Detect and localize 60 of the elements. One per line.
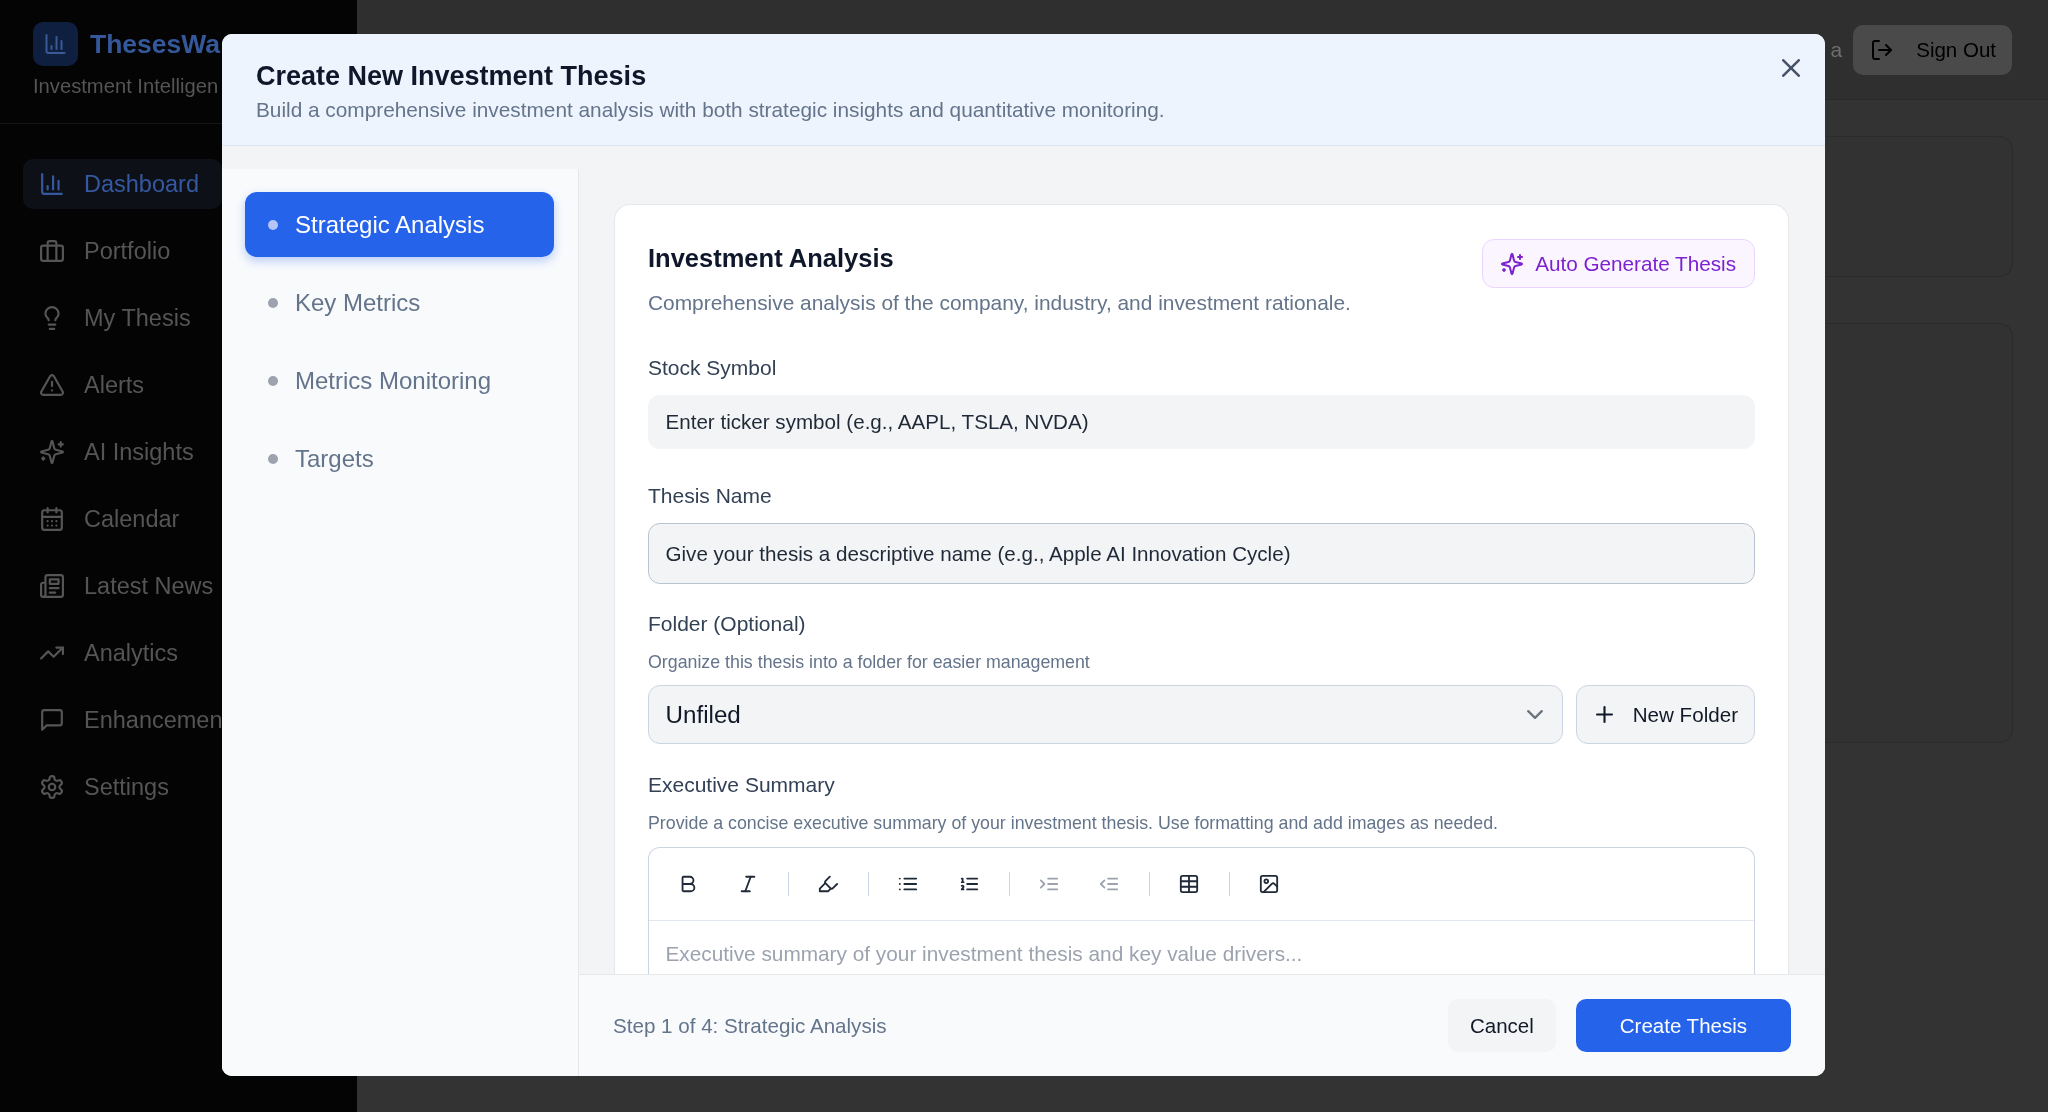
brand-tagline: Investment Intelligen <box>33 75 219 97</box>
sidebar-nav-item[interactable]: Latest News <box>23 561 222 611</box>
folder-select[interactable]: Unfiled <box>648 685 1563 744</box>
dialog-subtitle: Build a comprehensive investment analysis with both strategic insights and quantitative monitoring. <box>256 98 1165 122</box>
sparkles-icon <box>40 440 64 464</box>
dot-icon <box>268 453 278 464</box>
sidebar-nav-item[interactable]: Alerts <box>23 360 222 410</box>
sidebar-nav-item[interactable]: Analytics <box>23 628 222 678</box>
sidebar-nav-item[interactable]: Settings <box>23 762 222 812</box>
create-thesis-button[interactable]: Create Thesis <box>1575 999 1791 1052</box>
new-folder-button[interactable]: New Folder <box>1575 685 1755 744</box>
step-status: Step 1 of 4: Strategic Analysis <box>613 1013 887 1038</box>
sidebar-nav-item[interactable]: Dashboard <box>23 159 222 209</box>
sidebar-nav-item[interactable]: Portfolio <box>23 226 222 276</box>
chat-bubble-icon <box>40 708 64 732</box>
table-icon[interactable] <box>1179 873 1199 894</box>
log-out-icon <box>1872 39 1893 60</box>
field-label: Thesis Name <box>648 483 772 509</box>
sidebar-nav-item[interactable]: AI Insights <box>23 427 222 477</box>
section-description: Comprehensive analysis of the company, industry, and investment rationale. <box>648 290 1351 316</box>
italic-icon[interactable] <box>738 873 758 894</box>
step-tab[interactable]: Strategic Analysis <box>245 192 554 257</box>
section-title: Investment Analysis <box>648 243 894 274</box>
dialog-title: Create New Investment Thesis <box>256 60 647 92</box>
auto-generate-button[interactable]: Auto Generate Thesis <box>1482 239 1755 288</box>
plus-icon <box>1595 706 1613 723</box>
header-text: a <box>1830 37 1843 62</box>
cancel-button[interactable]: Cancel <box>1447 999 1556 1052</box>
sidebar-nav-item[interactable]: My Thesis <box>23 293 222 343</box>
warning-icon <box>40 373 64 397</box>
briefcase-icon <box>40 239 64 263</box>
sparkles-icon <box>1501 252 1524 275</box>
field-hint: Provide a concise executive summary of your investment thesis. Use formatting and add images as needed. <box>648 812 1498 834</box>
settings-icon <box>40 775 64 799</box>
field-hint: Organize this thesis into a folder for easier management <box>648 651 1090 673</box>
close-icon[interactable] <box>1782 59 1800 77</box>
newspaper-icon <box>40 574 64 598</box>
highlighter-icon[interactable] <box>818 873 838 894</box>
step-tab[interactable]: Key Metrics <box>245 270 554 335</box>
calendar-icon <box>40 507 64 531</box>
dot-icon <box>268 375 278 386</box>
field-label: Stock Symbol <box>648 355 777 381</box>
dot-icon <box>268 297 278 308</box>
bar-chart-logo-icon <box>33 22 78 66</box>
step-tab[interactable]: Metrics Monitoring <box>245 348 554 413</box>
brand-name: ThesesWa <box>90 28 221 60</box>
summary-editor[interactable]: Executive summary of your investment thesis and key value drivers... <box>648 847 1755 974</box>
sidebar-nav-item[interactable]: Calendar <box>23 494 222 544</box>
dot-icon <box>268 219 278 230</box>
sign-out-button[interactable]: Sign Out <box>1853 24 2012 75</box>
thesis-name-input[interactable]: Give your thesis a descriptive name (e.g., Apple AI Innovation Cycle) <box>648 523 1755 584</box>
bar-chart-icon <box>40 172 64 196</box>
field-label: Folder (Optional) <box>648 611 806 637</box>
chevron-down-icon <box>1526 710 1543 719</box>
field-label: Executive Summary <box>648 772 835 798</box>
sidebar-nav-item[interactable]: Enhancemen <box>23 695 222 745</box>
stock-symbol-input[interactable]: Enter ticker symbol (e.g., AAPL, TSLA, NVDA) <box>648 395 1755 449</box>
image-icon[interactable] <box>1259 873 1279 894</box>
summary-input-field[interactable]: Executive summary of your investment thesis and key value drivers... <box>649 920 1754 974</box>
step-tab[interactable]: Targets <box>245 426 554 491</box>
